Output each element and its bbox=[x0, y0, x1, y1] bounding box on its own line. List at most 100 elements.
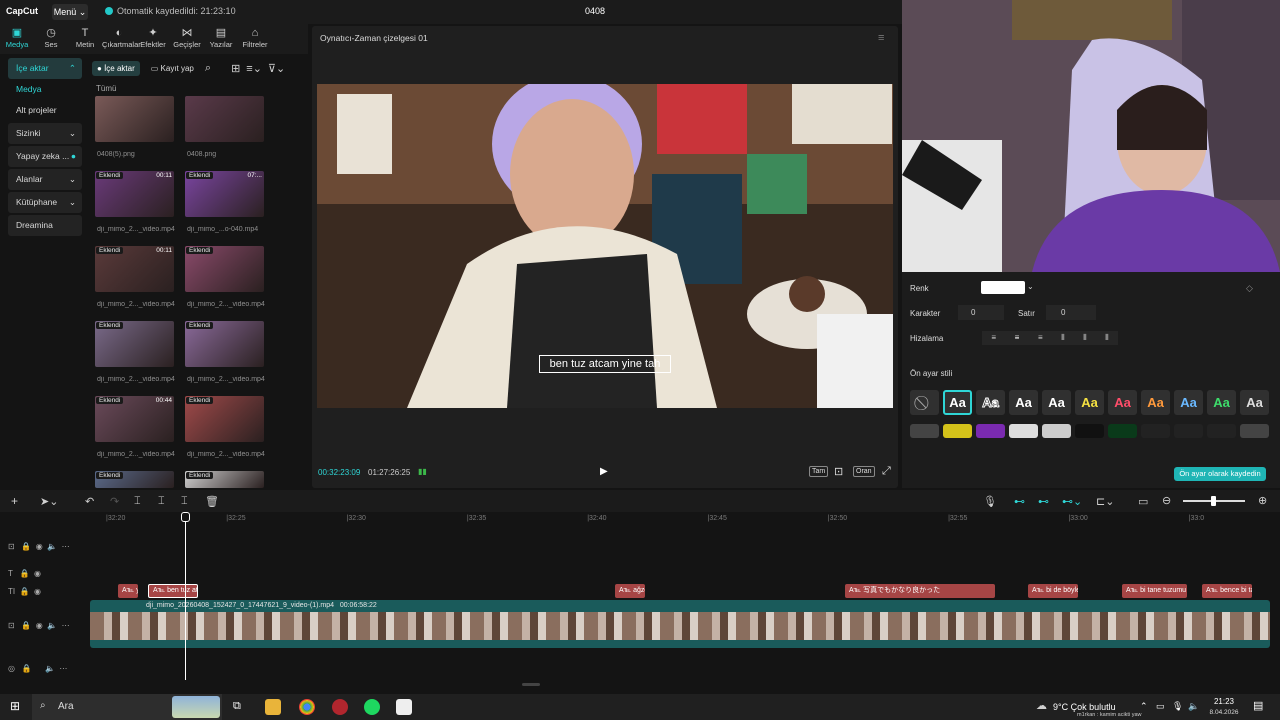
media-thumbnail[interactable]: Eklendi 07:... bbox=[185, 171, 264, 217]
nav-library[interactable]: Kütüphane ⌄ bbox=[8, 192, 82, 213]
play-button[interactable]: ▶ bbox=[600, 466, 608, 477]
fit-icon[interactable]: ⊡ bbox=[834, 465, 843, 478]
preset-style-6[interactable]: Aa bbox=[1108, 390, 1137, 415]
preset-style-row2-1[interactable] bbox=[910, 424, 939, 438]
align-left-icon[interactable]: ≡ bbox=[991, 331, 996, 345]
keyframe-icon[interactable]: ◇ bbox=[1246, 283, 1253, 294]
media-thumbnail[interactable]: Eklendi bbox=[185, 246, 264, 292]
more-icon[interactable]: ⋯ bbox=[59, 664, 67, 673]
full-quality-button[interactable]: Tam bbox=[809, 466, 829, 477]
align-top-icon[interactable]: ⫴ bbox=[1061, 331, 1064, 345]
text-clip[interactable]: A℡ bi de böyle bbox=[1028, 584, 1078, 598]
undo-icon[interactable]: ↶ bbox=[85, 495, 94, 508]
timeline-ruler[interactable]: |32:20 |32:25 |32:30 |32:35 |32:40 |32:45 |32:… bbox=[90, 512, 1280, 526]
text-clip[interactable]: A℡ bence bi ta bbox=[1202, 584, 1252, 598]
redo-icon[interactable]: ↷ bbox=[110, 495, 119, 508]
track-thumb-icon[interactable]: ⊡ bbox=[8, 621, 15, 630]
eye-icon[interactable]: ◉ bbox=[34, 569, 41, 578]
preset-style-5[interactable]: Aa bbox=[1075, 390, 1104, 415]
preset-style-8[interactable]: Aa bbox=[1174, 390, 1203, 415]
media-thumbnail[interactable]: Eklendi bbox=[95, 321, 174, 367]
zoom-in-icon[interactable]: ⊕ bbox=[1258, 494, 1267, 507]
delete-icon[interactable]: 🗑 bbox=[205, 495, 219, 508]
menu-button[interactable]: Menü ⌄ bbox=[52, 4, 88, 20]
ratio-button[interactable]: Oran bbox=[853, 466, 875, 477]
align-right-icon[interactable]: ≡ bbox=[1038, 331, 1043, 345]
preset-style-row2-2[interactable] bbox=[943, 424, 972, 438]
toolbar-sticker[interactable]: ◐ Çıkartmalar bbox=[102, 24, 141, 54]
preset-style-row2-11[interactable] bbox=[1240, 424, 1269, 438]
color-swatch[interactable] bbox=[981, 281, 1025, 294]
line-spacing-input[interactable]: 0 bbox=[1046, 305, 1096, 320]
preset-style-row2-6[interactable] bbox=[1075, 424, 1104, 438]
sort-icon[interactable]: ≡⌄ bbox=[246, 62, 262, 75]
preset-style-row2-7[interactable] bbox=[1108, 424, 1137, 438]
tray-chevron-icon[interactable]: ⌃ bbox=[1140, 701, 1148, 712]
toolbar-captions[interactable]: ▤ Yazılar bbox=[204, 24, 238, 54]
mic-icon[interactable]: 🎙 bbox=[983, 495, 997, 508]
select-tool-icon[interactable]: ➤⌄ bbox=[40, 495, 58, 508]
toolbar-audio[interactable]: ◷ Ses bbox=[34, 24, 68, 54]
preset-style-3[interactable]: Aa bbox=[1009, 390, 1038, 415]
text-clip[interactable]: A℡ 写真でもかなり良かった bbox=[845, 584, 995, 598]
track-thumb-icon[interactable]: ⊡ bbox=[8, 542, 15, 551]
nav-ai[interactable]: Yapay zeka ... ● bbox=[8, 146, 82, 167]
media-thumbnail[interactable]: Eklendi bbox=[95, 471, 174, 488]
filter-icon[interactable]: ⊽⌄ bbox=[268, 62, 285, 75]
preset-style-4[interactable]: Aa bbox=[1042, 390, 1071, 415]
lock-icon[interactable]: 🔒 bbox=[20, 569, 30, 578]
playhead[interactable] bbox=[185, 512, 186, 680]
nav-yours[interactable]: Sizinki ⌄ bbox=[8, 123, 82, 144]
chrome-icon[interactable] bbox=[299, 699, 315, 715]
eye-icon[interactable]: ◉ bbox=[36, 542, 43, 551]
preset-style-row2-4[interactable] bbox=[1009, 424, 1038, 438]
audio-icon[interactable]: 🔈 bbox=[47, 542, 57, 551]
text-clip[interactable]: A℡ ben tuz at bbox=[148, 584, 198, 598]
media-thumbnail[interactable] bbox=[185, 96, 264, 142]
preset-style-row2-9[interactable] bbox=[1174, 424, 1203, 438]
toolbar-effects[interactable]: ✦ Efektler bbox=[136, 24, 170, 54]
file-explorer-icon[interactable] bbox=[265, 699, 281, 715]
toolbar-media[interactable]: ▣ Medya bbox=[0, 24, 34, 54]
preset-style-10[interactable]: Aa bbox=[1240, 390, 1269, 415]
toolbar-transitions[interactable]: ⋈ Geçişler bbox=[170, 24, 204, 54]
eye-icon[interactable]: ◉ bbox=[36, 621, 43, 630]
preset-style-2[interactable]: Aa bbox=[976, 390, 1005, 415]
task-view-icon[interactable]: ⧉ bbox=[233, 700, 241, 713]
lock-icon[interactable]: 🔒 bbox=[22, 664, 32, 673]
fullscreen-icon[interactable]: ⤢ bbox=[882, 465, 891, 478]
zoom-out-icon[interactable]: ⊖ bbox=[1162, 494, 1171, 507]
split-right-icon[interactable]: ⌶ bbox=[181, 495, 188, 508]
media-thumbnail[interactable]: Eklendi 00:11 bbox=[95, 246, 174, 292]
clock-date[interactable]: 8.04.2026 bbox=[1204, 709, 1244, 716]
capcut-taskbar-icon[interactable] bbox=[396, 699, 412, 715]
clock-time[interactable]: 21:23 bbox=[1204, 697, 1244, 706]
obs-icon[interactable] bbox=[332, 699, 348, 715]
more-icon[interactable]: ⋯ bbox=[62, 542, 70, 551]
magnet-icon[interactable]: ⊷ bbox=[1038, 495, 1049, 508]
add-track-icon[interactable]: + bbox=[11, 494, 18, 508]
more-icon[interactable]: ⋯ bbox=[62, 621, 70, 630]
text-clip[interactable]: A℡ bi tane tuzumu bbox=[1122, 584, 1187, 598]
audio-icon[interactable]: 🔈 bbox=[47, 621, 57, 630]
media-thumbnail[interactable]: Eklendi bbox=[185, 471, 264, 488]
mic-tray-icon[interactable]: 🎙 bbox=[1172, 701, 1183, 712]
nav-subprojects[interactable]: Alt projeler bbox=[8, 100, 82, 121]
preview-axis-icon[interactable]: ⊏⌄ bbox=[1096, 495, 1114, 508]
toolbar-filters[interactable]: ⌂ Filtreler bbox=[238, 24, 272, 54]
nav-spaces[interactable]: Alanlar ⌄ bbox=[8, 169, 82, 190]
search-icon[interactable]: ⌕ bbox=[205, 62, 211, 75]
align-bottom-icon[interactable]: ⫴ bbox=[1105, 331, 1108, 345]
weather-text[interactable]: 9°C Çok bulutlu bbox=[1053, 702, 1116, 712]
snap-icon[interactable]: ⊷⌄ bbox=[1062, 495, 1082, 508]
lock-icon[interactable]: 🔒 bbox=[20, 587, 30, 596]
preset-style-7[interactable]: Aa bbox=[1141, 390, 1170, 415]
nav-import[interactable]: İçe aktar ⌃ bbox=[8, 58, 82, 79]
media-thumbnail[interactable]: Eklendi 00:11 bbox=[95, 171, 174, 217]
windows-start-icon[interactable]: ⊞ bbox=[10, 699, 20, 713]
subtitle-box[interactable]: ben tuz atcam yine tah bbox=[539, 355, 671, 373]
caption-icon[interactable]: ▭ bbox=[1138, 495, 1148, 508]
preset-style-row2-8[interactable] bbox=[1141, 424, 1170, 438]
lock-icon[interactable]: 🔒 bbox=[21, 621, 31, 630]
align-center-icon[interactable]: ≡ bbox=[1015, 331, 1020, 345]
